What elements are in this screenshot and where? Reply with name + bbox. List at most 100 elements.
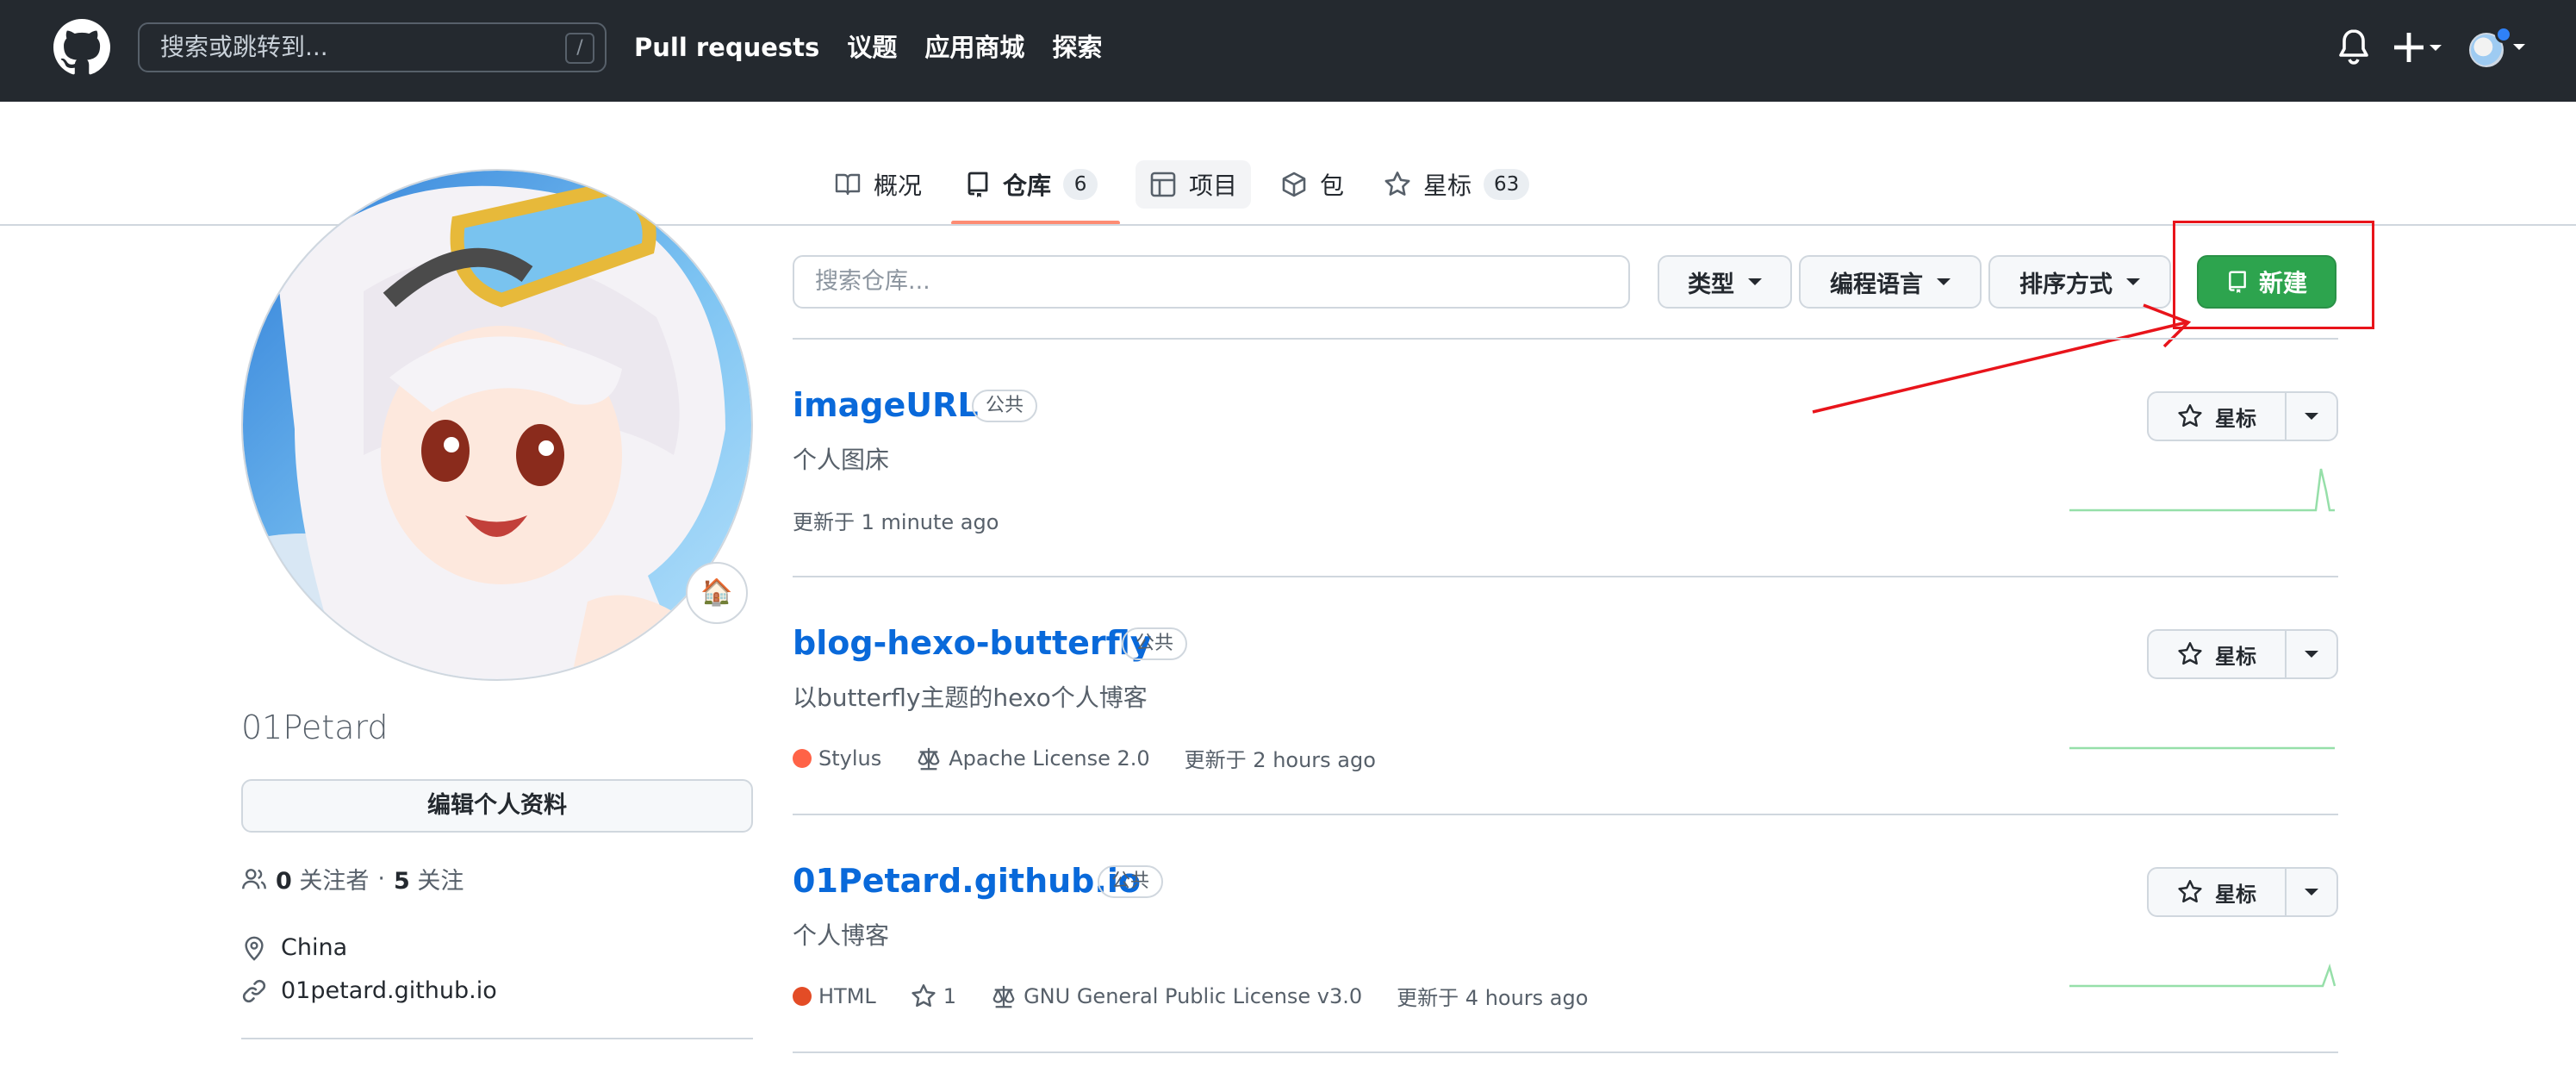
chevron-down-icon xyxy=(1748,278,1762,285)
language-name: Stylus xyxy=(818,746,882,771)
sort-button[interactable]: 排序方式 xyxy=(1988,255,2171,309)
license-name: GNU General Public License v3.0 xyxy=(1024,983,1363,1008)
language-name: HTML xyxy=(818,983,876,1008)
license-name: Apache License 2.0 xyxy=(949,746,1150,771)
notification-dot xyxy=(2495,26,2512,43)
edit-profile-button[interactable]: 编辑个人资料 xyxy=(241,779,753,833)
repo-description: 以butterfly主题的hexo个人博客 xyxy=(793,683,1148,712)
link-icon xyxy=(242,979,266,1002)
nav-issues[interactable]: 议题 xyxy=(847,26,897,69)
bell-icon[interactable] xyxy=(2336,26,2371,69)
stars-count-badge: 63 xyxy=(1484,169,1530,200)
tab-packages[interactable]: 包 xyxy=(1266,160,1358,209)
nav-explore[interactable]: 探索 xyxy=(1052,26,1102,69)
repo-meta: HTML 1 GNU General Public License v3.0 更… xyxy=(793,981,1622,1011)
repo-description: 个人图床 xyxy=(793,446,890,474)
profile-username: 01Petard xyxy=(241,708,389,746)
followers-link[interactable]: 0 关注者 xyxy=(276,862,369,895)
star-icon xyxy=(2178,404,2202,427)
global-search-placeholder: 搜索或跳转到... xyxy=(160,33,328,61)
star-button: 星标 xyxy=(2147,629,2338,679)
top-header: 搜索或跳转到... / Pull requests 议题 应用商城 探索 xyxy=(0,0,2576,102)
table-icon xyxy=(1150,172,1176,197)
repo-meta: Stylus Apache License 2.0 更新于 2 hours ag… xyxy=(793,743,1410,773)
star-toggle-button[interactable]: 星标 xyxy=(2149,631,2287,677)
language-color-dot xyxy=(793,748,812,768)
status-emoji-button[interactable]: 🏠 xyxy=(686,562,748,624)
star-label: 星标 xyxy=(2215,406,2256,431)
tab-label: 仓库 xyxy=(1003,172,1052,200)
tab-repositories[interactable]: 仓库 6 xyxy=(951,160,1111,209)
chevron-down-icon[interactable] xyxy=(2512,43,2526,52)
list-top-divider xyxy=(793,338,2338,340)
repo-divider xyxy=(793,814,2338,815)
star-button: 星标 xyxy=(2147,391,2338,441)
language-color-dot xyxy=(793,986,812,1006)
visibility-badge: 公共 xyxy=(1098,865,1164,898)
activity-sparkline xyxy=(2069,963,2336,988)
repo-search-placeholder: 搜索仓库... xyxy=(815,268,930,295)
nav-marketplace[interactable]: 应用商城 xyxy=(924,26,1024,69)
language-filter-label: 编程语言 xyxy=(1830,271,1923,298)
repo-updated: 更新于 4 hours ago xyxy=(1397,986,1589,1010)
language-filter-button[interactable]: 编程语言 xyxy=(1799,255,1982,309)
chevron-down-icon xyxy=(2126,278,2140,285)
repo-updated: 更新于 2 hours ago xyxy=(1184,748,1376,772)
repo-divider xyxy=(793,576,2338,577)
search-shortcut-hint: / xyxy=(565,33,594,64)
repo-divider xyxy=(793,1051,2338,1053)
star-icon xyxy=(912,983,936,1007)
law-scale-icon xyxy=(918,747,940,770)
profile-avatar[interactable] xyxy=(241,169,753,681)
chevron-down-icon xyxy=(2305,413,2318,420)
repo-name-link[interactable]: 01Petard.github.io xyxy=(793,862,1141,900)
package-icon xyxy=(1282,172,1306,197)
repo-description: 个人博客 xyxy=(793,921,890,950)
global-search-input[interactable]: 搜索或跳转到... / xyxy=(138,22,607,72)
repo-stargazers-link[interactable]: 1 xyxy=(911,983,956,1009)
repo-name-link[interactable]: blog-hexo-butterfly xyxy=(793,624,1152,662)
star-icon xyxy=(2178,880,2202,903)
star-list-dropdown[interactable] xyxy=(2287,631,2336,677)
tab-projects[interactable]: 项目 xyxy=(1136,160,1251,209)
visibility-badge: 公共 xyxy=(1122,627,1188,660)
star-list-dropdown[interactable] xyxy=(2287,393,2336,440)
type-filter-button[interactable]: 类型 xyxy=(1658,255,1792,309)
repo-license: GNU General Public License v3.0 xyxy=(991,983,1362,1009)
website-link[interactable]: 01petard.github.io xyxy=(281,977,497,1004)
repo-search-input[interactable]: 搜索仓库... xyxy=(793,255,1630,309)
create-new-plus-icon[interactable] xyxy=(2392,26,2443,69)
location-text: China xyxy=(281,934,348,961)
following-link[interactable]: 5 关注 xyxy=(394,862,464,895)
star-toggle-button[interactable]: 星标 xyxy=(2149,393,2287,440)
tab-overview[interactable]: 概况 xyxy=(820,160,936,209)
chevron-down-icon xyxy=(2305,889,2318,895)
star-button: 星标 xyxy=(2147,867,2338,917)
tab-label: 项目 xyxy=(1189,172,1238,200)
tab-stars[interactable]: 星标 63 xyxy=(1370,160,1543,209)
anime-avatar-illustration xyxy=(243,171,751,679)
repo-language: HTML xyxy=(793,984,876,1008)
followers-count: 0 xyxy=(276,868,292,895)
location-pin-icon xyxy=(245,936,264,961)
annotation-highlight-box xyxy=(2173,221,2374,329)
star-label: 星标 xyxy=(2215,882,2256,907)
star-icon xyxy=(2178,642,2202,665)
chevron-down-icon xyxy=(2305,651,2318,658)
nav-pull-requests[interactable]: Pull requests xyxy=(634,26,819,69)
star-label: 星标 xyxy=(2215,644,2256,669)
tab-label: 星标 xyxy=(1423,172,1472,200)
star-toggle-button[interactable]: 星标 xyxy=(2149,869,2287,915)
star-icon xyxy=(1384,172,1410,196)
followers-label: 关注者 xyxy=(299,868,370,895)
book-icon xyxy=(835,173,861,196)
repo-name-link[interactable]: imageURL xyxy=(793,386,979,424)
repo-license: Apache License 2.0 xyxy=(916,746,1150,771)
star-list-dropdown[interactable] xyxy=(2287,869,2336,915)
people-icon xyxy=(242,868,266,889)
stars-count: 1 xyxy=(943,983,957,1008)
github-logo-icon[interactable] xyxy=(53,19,110,76)
sort-label: 排序方式 xyxy=(2019,271,2112,298)
profile-website: 01petard.github.io xyxy=(241,977,497,1004)
follow-stats: 0 关注者 · 5 关注 xyxy=(241,862,464,895)
